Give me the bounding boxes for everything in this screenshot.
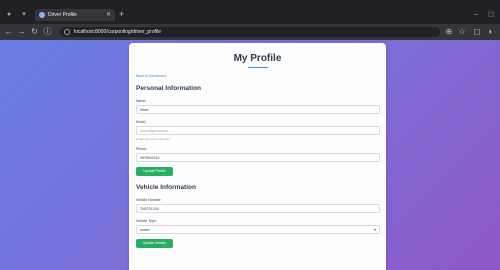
tab-title: Driver Profile bbox=[48, 12, 77, 18]
name-label: Name: bbox=[136, 99, 147, 103]
page-viewport: My Profile Back to Dashboard Personal In… bbox=[0, 40, 500, 270]
tab-favicon-icon bbox=[39, 12, 45, 18]
forward-arrow-icon[interactable]: → bbox=[17, 27, 26, 37]
maximize-icon[interactable]: ◻ bbox=[487, 11, 495, 19]
phone-input[interactable]: 9876543210 bbox=[136, 153, 380, 162]
phone-value: 9876543210 bbox=[140, 156, 160, 160]
email-value: driver@gmail.com bbox=[140, 129, 169, 133]
tab-search-icon[interactable]: ▾ bbox=[20, 11, 28, 19]
tab-close-icon[interactable]: ✕ bbox=[106, 11, 111, 19]
browser-toolbar: ← → ↻ ⓘ localhost:8000/carpooling/driver… bbox=[0, 24, 500, 40]
info-icon[interactable]: ⓘ bbox=[43, 27, 52, 37]
minimize-icon[interactable]: – bbox=[472, 11, 480, 19]
vehicle-number-value: TN07S1234 bbox=[140, 207, 159, 211]
vehicle-type-label: Vehicle Type: bbox=[136, 219, 157, 223]
name-input[interactable]: driver bbox=[136, 105, 380, 114]
profile-icon[interactable]: ◐ bbox=[486, 27, 496, 37]
bookmark-star-icon[interactable]: ☆ bbox=[457, 27, 467, 37]
site-info-icon[interactable] bbox=[64, 29, 70, 35]
address-bar[interactable]: localhost:8000/carpooling/driver_profile bbox=[60, 27, 440, 37]
new-tab-icon[interactable]: + bbox=[119, 9, 124, 19]
update-vehicle-button[interactable]: Update Vehicle bbox=[136, 239, 173, 248]
vehicle-info-heading: Vehicle Information bbox=[136, 184, 196, 191]
personal-info-heading: Personal Information bbox=[136, 85, 202, 92]
extensions-icon[interactable]: ◻ bbox=[472, 27, 482, 37]
name-value: driver bbox=[140, 108, 149, 112]
vehicle-number-input[interactable]: TN07S1234 bbox=[136, 204, 380, 213]
email-label: Email: bbox=[136, 120, 146, 124]
address-bar-url: localhost:8000/carpooling/driver_profile bbox=[74, 29, 161, 35]
page-title: My Profile bbox=[233, 53, 282, 64]
reload-icon[interactable]: ↻ bbox=[30, 27, 39, 37]
title-underline bbox=[248, 67, 268, 68]
email-help-text: Email cannot be changed bbox=[136, 137, 170, 141]
vehicle-type-value: sedan bbox=[140, 228, 150, 232]
profile-card: My Profile Back to Dashboard Personal In… bbox=[129, 43, 386, 270]
chevron-down-icon: ▾ bbox=[374, 228, 376, 232]
back-arrow-icon[interactable]: ← bbox=[4, 27, 13, 37]
browser-titlebar: ● ▾ Driver Profile ✕ + – ◻ bbox=[0, 0, 500, 24]
vehicle-type-select[interactable]: sedan ▾ bbox=[136, 225, 380, 234]
update-profile-button[interactable]: Update Profile bbox=[136, 167, 173, 176]
back-to-dashboard-link[interactable]: Back to Dashboard bbox=[136, 74, 166, 78]
phone-label: Phone: bbox=[136, 147, 148, 151]
vehicle-number-label: Vehicle Number: bbox=[136, 198, 162, 202]
browser-menu-icon[interactable]: ● bbox=[5, 11, 13, 19]
email-input[interactable]: driver@gmail.com bbox=[136, 126, 380, 135]
zoom-icon[interactable]: ⊕ bbox=[444, 27, 454, 37]
browser-tab[interactable]: Driver Profile ✕ bbox=[35, 9, 115, 21]
